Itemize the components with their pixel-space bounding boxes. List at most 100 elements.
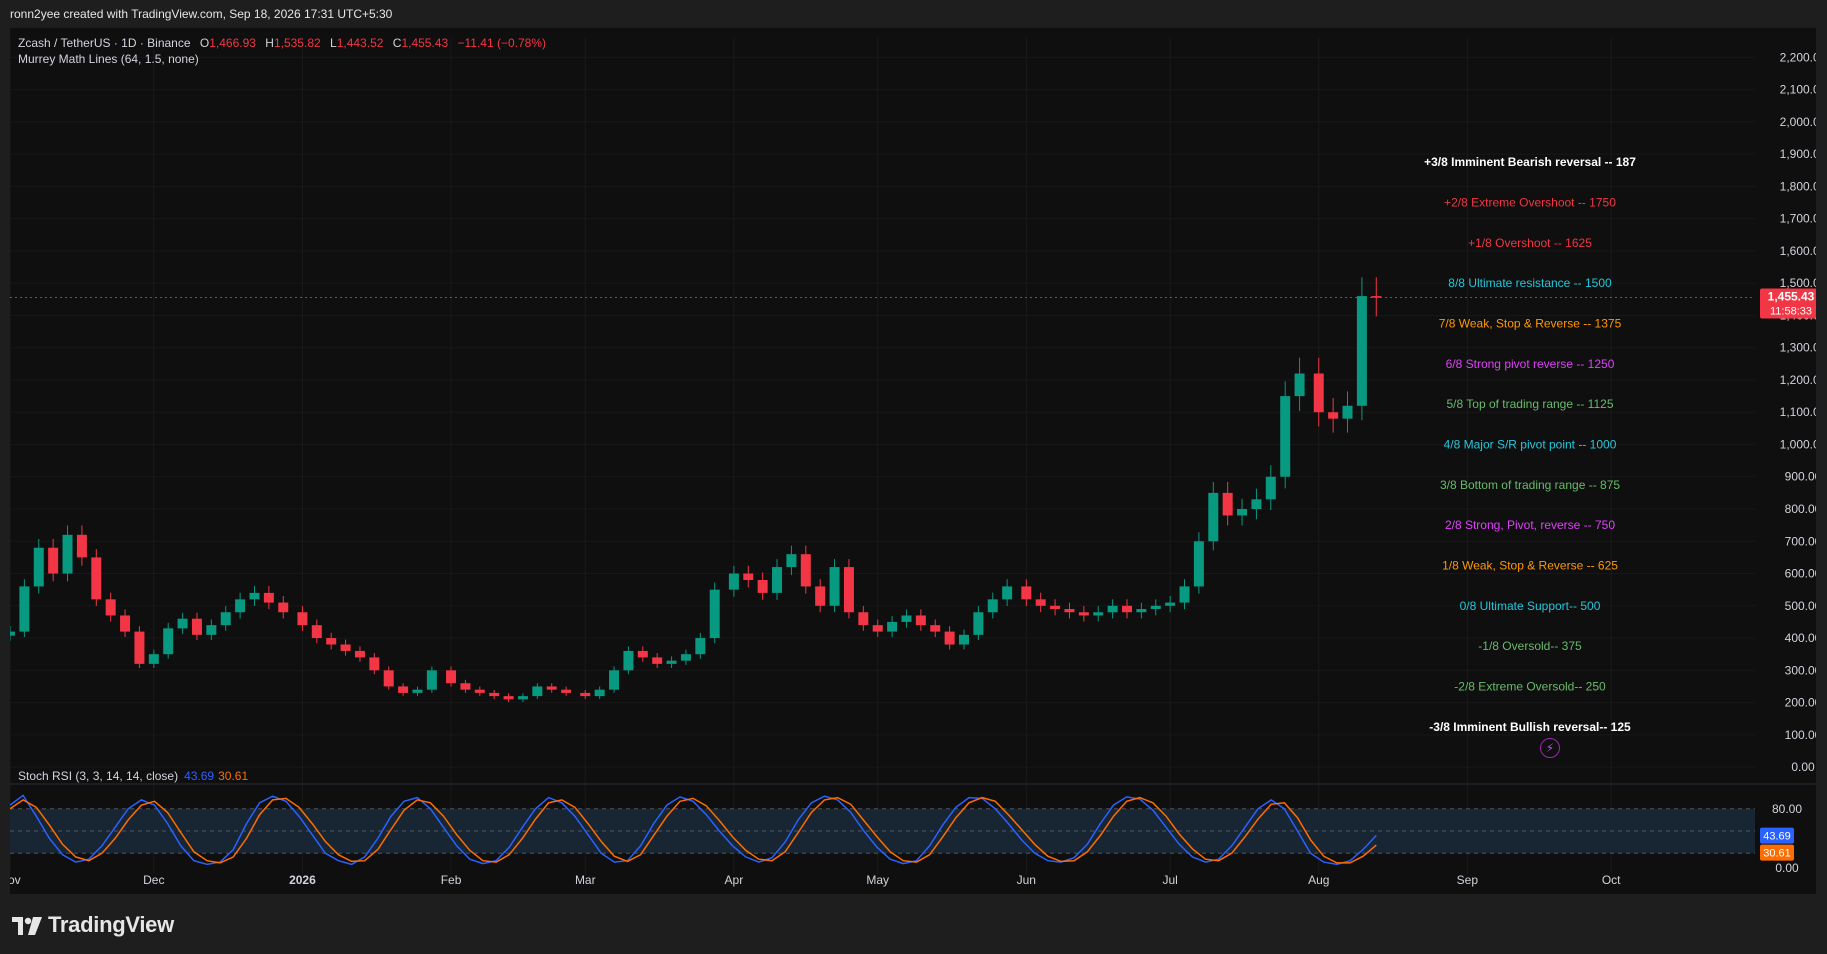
candle-body [1064, 609, 1075, 613]
x-tick-label: Aug [1308, 873, 1329, 887]
candle-body [772, 567, 783, 593]
tradingview-logo-icon [12, 917, 42, 936]
candle-body [1165, 602, 1176, 606]
candle-body [19, 586, 30, 632]
stoch-tick-label: 0.00 [1775, 861, 1799, 875]
murrey-level-label: 1/8 Weak, Stop & Reverse -- 625 [1442, 558, 1618, 572]
x-tick-label: Nov [10, 873, 21, 887]
murrey-level-label: 8/8 Ultimate resistance -- 1500 [1448, 276, 1612, 290]
x-tick-label: Mar [575, 873, 596, 887]
candle-body [148, 654, 159, 664]
tradingview-logo[interactable]: TradingView [12, 912, 174, 938]
candle-body [426, 670, 437, 690]
candle-body [757, 579, 768, 593]
y-tick-label: 1,500.00 [1780, 276, 1816, 290]
murrey-level-label: 7/8 Weak, Stop & Reverse -- 1375 [1439, 317, 1622, 331]
candle-body [1280, 396, 1291, 477]
candle-body [489, 692, 500, 697]
x-tick-label: 2026 [289, 873, 316, 887]
chart-canvas[interactable]: 2,200.00 2,100.00 2,000.00 1,900.00 1,800.00… [10, 28, 1816, 894]
candle-body [561, 689, 572, 693]
candle-body [532, 686, 543, 697]
candle-body [1107, 605, 1118, 613]
candle-body [1237, 509, 1248, 516]
last-price-label: 1,455.43 [1768, 290, 1815, 304]
y-tick-label: 500.00 [1785, 599, 1816, 613]
candle-body [843, 567, 854, 613]
candle-body [249, 592, 260, 600]
chart-frame[interactable]: 2,200.00 2,100.00 2,000.00 1,900.00 1,800.00… [10, 28, 1816, 894]
candle-body [609, 670, 620, 690]
candle-body [1035, 599, 1046, 606]
candle-body [930, 625, 941, 632]
candle-body [800, 554, 811, 587]
candle-body [1313, 373, 1324, 413]
murrey-level-label: 3/8 Bottom of trading range -- 875 [1440, 478, 1620, 492]
chart-legend: Zcash / TetherUS · 1D · Binance O1,466.9… [18, 35, 546, 67]
lightning-icon[interactable]: ⚡ [1540, 738, 1560, 758]
murrey-level-label: 2/8 Strong, Pivot, reverse -- 750 [1445, 518, 1615, 532]
candle-body [1328, 412, 1339, 419]
candle-body [383, 670, 394, 687]
y-tick-label: 1,000.00 [1780, 437, 1816, 451]
candle-body [1265, 476, 1276, 500]
x-tick-label: Apr [725, 873, 744, 887]
open-label: O [199, 36, 210, 50]
candle-body [709, 589, 720, 639]
candle-body [666, 660, 677, 664]
candle-body [503, 696, 514, 700]
candle-body [1222, 492, 1233, 516]
candle-body [235, 599, 246, 613]
candle-body [580, 692, 591, 697]
indicator-legend[interactable]: Murrey Math Lines (64, 1.5, none) [18, 51, 546, 67]
credit-text: ronn2yee created with TradingView.com, S… [10, 7, 393, 21]
candle-body [887, 621, 898, 632]
y-tick-label: 200.00 [1785, 696, 1816, 710]
candle-body [594, 689, 605, 697]
candle-body [460, 683, 471, 690]
candle-body [33, 547, 44, 587]
candle-body [1136, 609, 1147, 613]
y-tick-label: 2,000.00 [1780, 115, 1816, 129]
close-value: 1,455.43 [401, 36, 449, 50]
candle-body [872, 625, 883, 632]
murrey-level-label: -2/8 Extreme Oversold-- 250 [1454, 679, 1606, 693]
murrey-level-label: +3/8 Imminent Bearish reversal -- 187 [1424, 155, 1636, 169]
countdown-label: 11:58:33 [1770, 306, 1812, 318]
candle-body [944, 631, 955, 645]
low-label: L [330, 36, 337, 50]
stoch-legend[interactable]: Stoch RSI (3, 3, 14, 14, close) 43.69 30.6… [18, 769, 248, 783]
candle-body [973, 612, 984, 635]
y-tick-label: 300.00 [1785, 663, 1816, 677]
candle-body [1150, 605, 1161, 610]
candle-body [446, 670, 457, 684]
y-tick-label: 1,700.00 [1780, 212, 1816, 226]
y-tick-label: 2,200.00 [1780, 50, 1816, 64]
candle-body [120, 615, 131, 632]
stoch-d-value: 30.61 [218, 769, 249, 783]
symbol-title[interactable]: Zcash / TetherUS · 1D · Binance [18, 36, 191, 50]
candle-body [297, 612, 308, 626]
candle-body [206, 625, 217, 635]
y-tick-label: 0.00 [1791, 760, 1815, 774]
murrey-level-label: +2/8 Extreme Overshoot -- 1750 [1444, 196, 1616, 210]
candle-body [1294, 373, 1305, 397]
candle-body [1208, 492, 1219, 542]
candle-body [263, 592, 274, 603]
murrey-level-label: -3/8 Imminent Bullish reversal-- 125 [1429, 720, 1631, 734]
candle-body [177, 618, 188, 629]
candle-body [1078, 612, 1089, 616]
candle-body [134, 631, 145, 664]
y-tick-label: 1,100.00 [1780, 405, 1816, 419]
candle-body [1121, 605, 1132, 613]
low-value: 1,443.52 [336, 36, 384, 50]
candle-body [91, 557, 102, 600]
stoch-tick-label: 80.00 [1772, 802, 1802, 816]
candle-body [10, 631, 15, 636]
brand-name: TradingView [48, 912, 174, 937]
y-tick-label: 900.00 [1785, 470, 1816, 484]
x-tick-label: Jun [1017, 873, 1036, 887]
candle-body [105, 599, 116, 616]
candle-body [987, 599, 998, 613]
stoch-k-tag-label: 43.69 [1763, 831, 1791, 843]
